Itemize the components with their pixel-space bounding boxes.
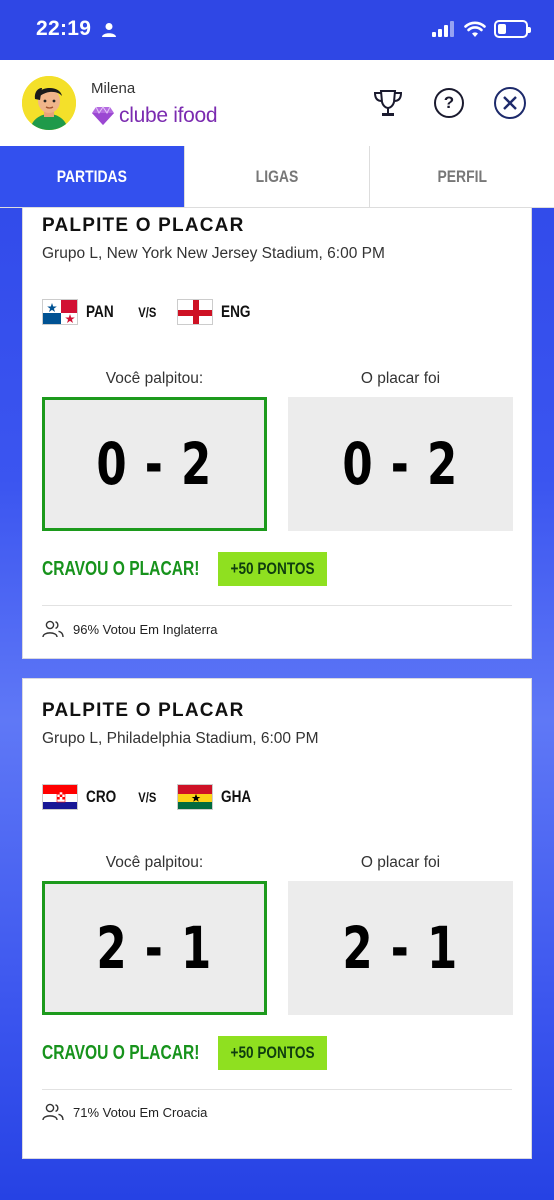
outcome-text: CRAVOU O PLACAR! xyxy=(42,557,200,580)
ghana-flag-icon xyxy=(176,784,213,810)
match-info: Grupo L, Philadelphia Stadium, 6:00 PM xyxy=(42,730,319,747)
tab-label: PARTIDAS xyxy=(56,166,128,186)
club-name: clube ifood xyxy=(119,104,218,127)
app-header: Milena clube ifood ? xyxy=(0,60,554,146)
battery-icon xyxy=(494,20,531,38)
croatia-flag-icon xyxy=(42,784,78,810)
away-team-code: ENG xyxy=(220,302,251,321)
club-badge: clube ifood xyxy=(91,104,218,128)
result-score: 2 - 1 xyxy=(342,914,459,982)
outcome-text: CRAVOU O PLACAR! xyxy=(42,1041,200,1064)
vote-stats: 71% Votou Em Croacia xyxy=(42,1103,207,1121)
result-score-box: 0 - 2 xyxy=(288,397,513,531)
user-name: Milena xyxy=(91,80,136,97)
vote-text: 71% Votou Em Croacia xyxy=(73,1104,208,1120)
result-label: O placar foi xyxy=(360,370,441,387)
match-info: Grupo L, New York New Jersey Stadium, 6:… xyxy=(42,245,385,262)
guess-label: Você palpitou: xyxy=(105,854,204,871)
vote-stats: 96% Votou Em Inglaterra xyxy=(42,620,218,638)
outcome-row: CRAVOU O PLACAR! +50 PONTOS xyxy=(42,552,327,586)
guess-score: 2 - 1 xyxy=(96,914,213,982)
vs-label: V/S xyxy=(138,789,157,805)
guess-label: Você palpitou: xyxy=(105,370,204,387)
card-title: PALPITE O PLACAR xyxy=(42,700,245,721)
matches-list[interactable]: PALPITE O PLACAR Grupo L, New York New J… xyxy=(0,208,554,1200)
status-bar: 22:19 xyxy=(0,0,554,60)
person-icon xyxy=(102,23,116,37)
tab-bar: PARTIDAS LIGAS PERFIL xyxy=(0,146,554,208)
result-score-box: 2 - 1 xyxy=(288,881,513,1015)
close-icon xyxy=(494,87,526,119)
teams-row: PAN V/S ENG xyxy=(42,299,255,325)
vs-label: V/S xyxy=(138,304,157,320)
england-flag-icon xyxy=(176,299,213,325)
trophy-icon xyxy=(373,90,403,116)
home-team-code: CRO xyxy=(86,787,117,806)
away-team-code: GHA xyxy=(220,787,251,806)
points-text: +50 PONTOS xyxy=(230,1043,315,1062)
guess-score-box: 0 - 2 xyxy=(42,397,267,531)
avatar[interactable] xyxy=(22,76,76,130)
card-title: PALPITE O PLACAR xyxy=(42,215,245,236)
points-text: +50 PONTOS xyxy=(230,559,315,578)
tab-label: LIGAS xyxy=(255,166,299,186)
status-time: 22:19 xyxy=(36,17,92,40)
teams-row: CRO V/S GHA xyxy=(42,784,255,810)
home-team-code: PAN xyxy=(86,302,114,321)
signal-icon xyxy=(432,21,454,37)
divider xyxy=(42,1089,512,1090)
vote-text: 96% Votou Em Inglaterra xyxy=(73,621,218,637)
divider xyxy=(42,605,512,606)
diamond-icon xyxy=(92,106,114,125)
guess-score-box: 2 - 1 xyxy=(42,881,267,1015)
match-card: PALPITE O PLACAR Grupo L, Philadelphia S… xyxy=(22,678,532,1159)
help-button[interactable]: ? xyxy=(432,86,466,120)
tab-label: PERFIL xyxy=(437,166,487,186)
avatar-illustration xyxy=(22,76,76,130)
guess-score: 0 - 2 xyxy=(96,430,213,498)
result-label: O placar foi xyxy=(360,854,441,871)
tab-partidas[interactable]: PARTIDAS xyxy=(0,146,184,207)
tab-perfil[interactable]: PERFIL xyxy=(369,146,554,207)
match-card: PALPITE O PLACAR Grupo L, New York New J… xyxy=(22,208,532,659)
result-score: 0 - 2 xyxy=(342,430,459,498)
help-icon: ? xyxy=(434,88,464,118)
points-badge: +50 PONTOS xyxy=(218,552,327,586)
close-button[interactable] xyxy=(493,86,527,120)
users-icon xyxy=(42,1103,64,1121)
users-icon xyxy=(42,620,64,638)
panama-flag-icon xyxy=(42,299,78,325)
points-badge: +50 PONTOS xyxy=(218,1036,327,1070)
trophy-button[interactable] xyxy=(371,86,405,120)
status-indicators xyxy=(432,20,531,38)
wifi-icon xyxy=(464,21,486,37)
tab-ligas[interactable]: LIGAS xyxy=(184,146,369,207)
outcome-row: CRAVOU O PLACAR! +50 PONTOS xyxy=(42,1036,327,1070)
